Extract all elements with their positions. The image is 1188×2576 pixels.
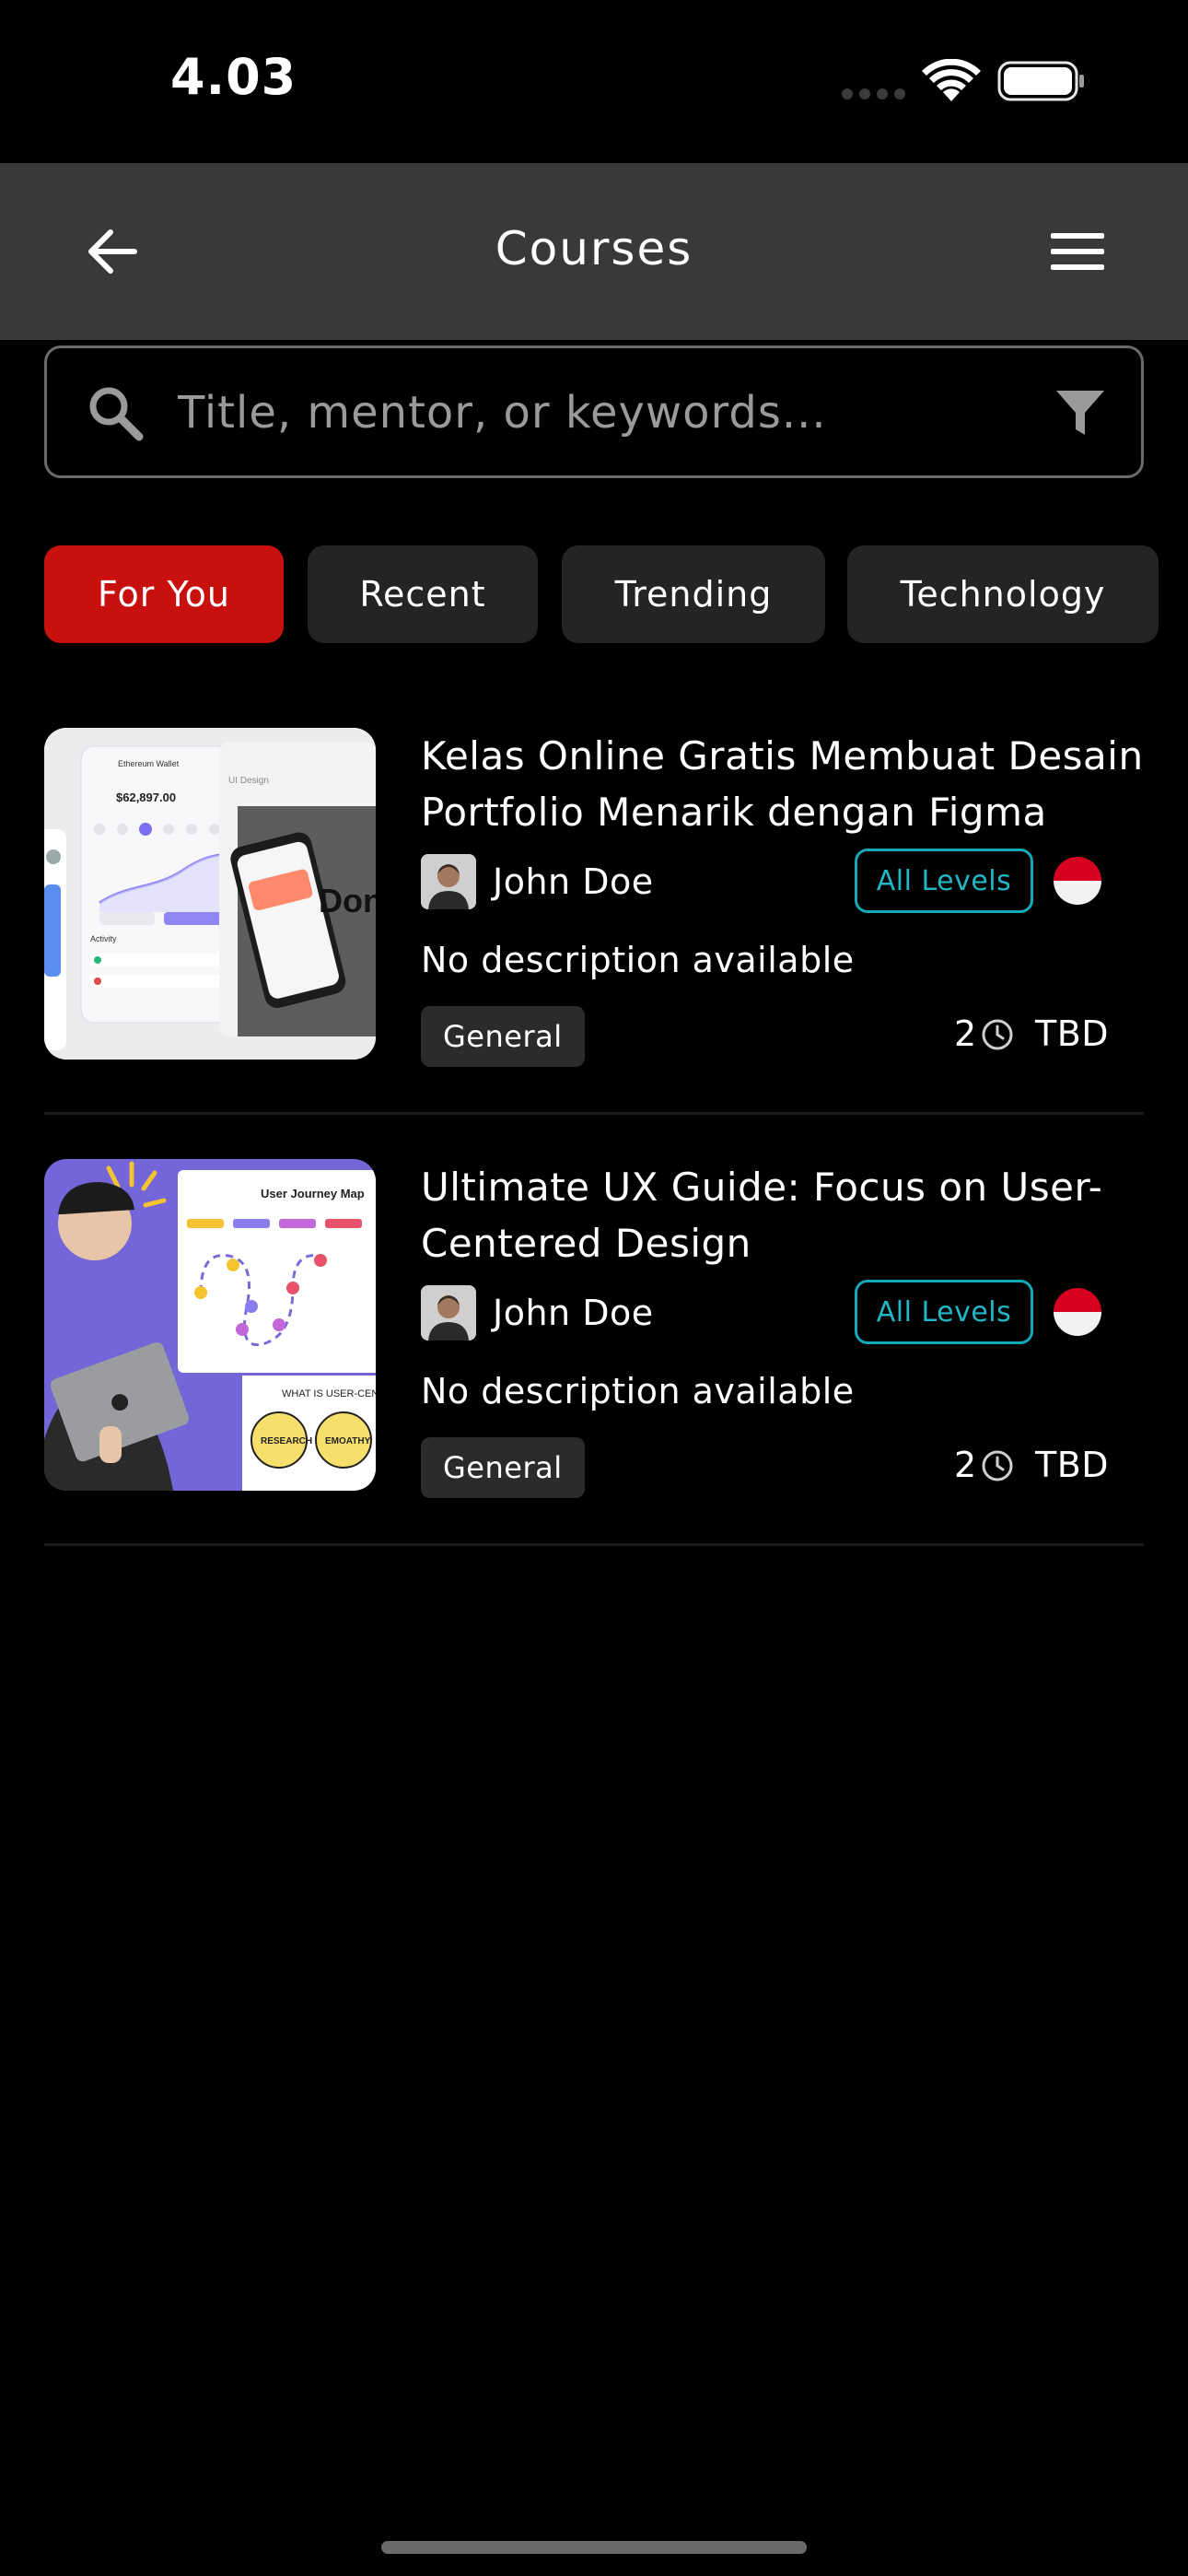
home-indicator[interactable] xyxy=(381,2541,807,2554)
course-duration: TBD xyxy=(1035,1445,1110,1485)
mentor-name: John Doe xyxy=(493,1293,654,1333)
lesson-count: 2 xyxy=(954,1445,977,1485)
level-badge: All Levels xyxy=(855,849,1033,913)
flag-icon xyxy=(1054,1288,1101,1336)
tab-trending[interactable]: Trending xyxy=(562,545,825,643)
course-description: No description available xyxy=(421,1371,855,1411)
category-tag: General xyxy=(421,1437,585,1498)
course-thumbnail: User Journey Map WHAT IS USER-CENTERED R… xyxy=(44,1159,376,1491)
avatar xyxy=(421,854,476,909)
status-time: 4.03 xyxy=(170,48,297,106)
thumb-activity-text: Activity xyxy=(90,934,117,943)
tab-recent[interactable]: Recent xyxy=(308,545,538,643)
clock-icon xyxy=(982,1019,1013,1050)
category-tag: General xyxy=(421,1006,585,1067)
clock-icon xyxy=(982,1450,1013,1481)
filter-funnel-icon[interactable] xyxy=(1054,387,1106,439)
search-bar xyxy=(44,345,1144,478)
app-bar: Courses xyxy=(0,163,1188,340)
lesson-count: 2 xyxy=(954,1013,977,1054)
thumb-big-text: Don Cry xyxy=(319,882,376,919)
course-duration: TBD xyxy=(1035,1013,1110,1054)
battery-icon xyxy=(997,61,1084,101)
thumb-map-text: User Journey Map xyxy=(261,1187,365,1200)
mentor-name: John Doe xyxy=(493,861,654,902)
thumb-balance-text: $62,897.00 xyxy=(116,790,176,804)
mentor-row: John Doe xyxy=(421,1283,654,1342)
course-description: No description available xyxy=(421,940,855,980)
menu-button[interactable] xyxy=(1046,222,1109,281)
avatar xyxy=(421,1285,476,1341)
search-input[interactable] xyxy=(178,376,1062,450)
thumb-wallet-text: Ethereum Wallet xyxy=(118,759,180,768)
tab-technology[interactable]: Technology xyxy=(847,545,1159,643)
wifi-icon xyxy=(922,59,981,101)
thumb-research-text: RESEARCH xyxy=(261,1436,312,1446)
tab-for-you[interactable]: For You xyxy=(44,545,284,643)
thumb-ui-text: UI Design xyxy=(228,776,269,786)
level-badge: All Levels xyxy=(855,1280,1033,1344)
cellular-signal-icon xyxy=(842,88,905,100)
course-title[interactable]: Ultimate UX Guide: Focus on User-Centere… xyxy=(421,1159,1148,1271)
course-title[interactable]: Kelas Online Gratis Membuat Desain Portf… xyxy=(421,728,1148,840)
course-card[interactable]: Ethereum Wallet $62,897.00 Activity UI D… xyxy=(44,728,1144,1115)
status-bar: 4.03 xyxy=(0,0,1188,163)
course-card[interactable]: User Journey Map WHAT IS USER-CENTERED R… xyxy=(44,1159,1144,1546)
search-icon xyxy=(89,387,144,441)
thumb-empathy-text: EMOATHY xyxy=(325,1436,371,1446)
page-title: Courses xyxy=(495,222,693,275)
course-thumbnail: Ethereum Wallet $62,897.00 Activity UI D… xyxy=(44,728,376,1060)
divider xyxy=(44,1543,1144,1546)
thumb-what-text: WHAT IS USER-CENTERED xyxy=(282,1388,376,1399)
divider xyxy=(44,1112,1144,1115)
hamburger-menu-icon xyxy=(1051,233,1104,270)
mentor-row: John Doe xyxy=(421,852,654,911)
flag-icon xyxy=(1054,857,1101,905)
